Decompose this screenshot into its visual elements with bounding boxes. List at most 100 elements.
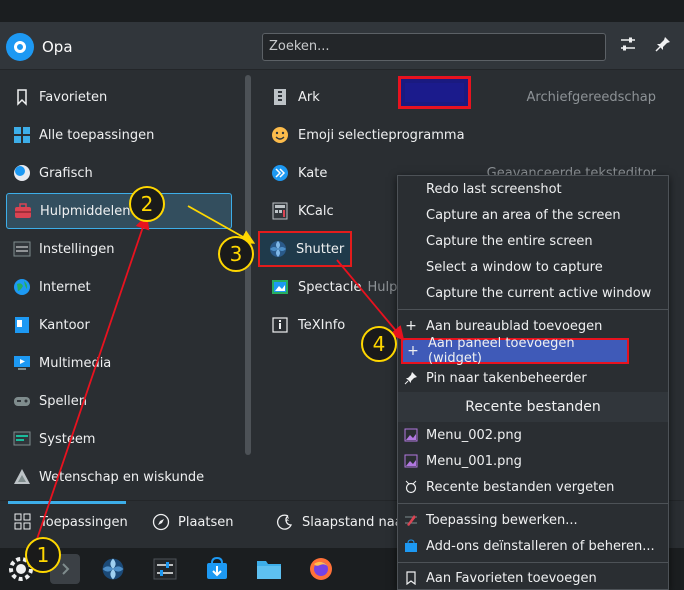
menu-item-forget-recent[interactable]: Recente bestanden vergeten — [398, 474, 668, 500]
calculator-icon — [272, 202, 288, 220]
addons-icon — [404, 539, 418, 553]
compass-icon — [152, 513, 170, 531]
menu-item-add-favorites[interactable]: Aan Favorieten toevoegen — [398, 565, 668, 590]
menu-item-manage-addons[interactable]: Add-ons deïnstalleren of beheren... — [398, 533, 668, 559]
menu-item-recent-file[interactable]: Menu_001.png — [398, 448, 668, 474]
tab-label: Toepassingen — [40, 514, 128, 530]
sleep-icon: z — [276, 514, 293, 530]
bookmark-icon — [17, 89, 27, 106]
app-label: Spectacle — [298, 279, 362, 295]
firefox-icon[interactable] — [306, 554, 336, 584]
category-label: Grafisch — [39, 165, 93, 181]
category-internet[interactable]: Internet — [6, 269, 232, 305]
menu-item-redo-screenshot[interactable]: Redo last screenshot — [398, 176, 668, 202]
image-file-icon — [404, 428, 418, 442]
category-label: Hulpmiddelen — [40, 203, 131, 219]
menu-item-capture-screen[interactable]: Capture the entire screen — [398, 228, 668, 254]
toolbox-icon — [15, 203, 31, 218]
app-label: Emoji selectieprogramma — [298, 127, 465, 143]
office-icon — [15, 317, 29, 333]
tab-label: Slaapstand naar — [302, 514, 409, 530]
category-graphics[interactable]: Grafisch — [6, 155, 232, 191]
category-system[interactable]: Systeem — [6, 421, 232, 457]
settings-icon — [13, 241, 31, 257]
app-shutter[interactable]: Shutter — [258, 231, 352, 267]
category-utilities[interactable]: Hulpmiddelen — [6, 193, 232, 229]
app-label: Shutter — [296, 241, 345, 257]
app-emoji-picker[interactable]: Emoji selectieprogramma — [262, 117, 672, 153]
callout-number-3: 3 — [218, 236, 254, 272]
info-icon — [272, 317, 288, 333]
callout-number-1: 1 — [25, 537, 61, 573]
image-file-icon — [404, 454, 418, 468]
pin-icon — [404, 371, 418, 385]
active-tab-indicator — [8, 501, 126, 504]
configure-icon[interactable] — [617, 35, 639, 57]
category-science[interactable]: Wetenschap en wiskunde — [6, 459, 232, 495]
menu-item-add-to-panel[interactable]: + Aan paneel toevoegen (widget) — [401, 336, 629, 366]
recent-files-header: Recente bestanden — [398, 392, 668, 422]
pin-icon[interactable] — [652, 35, 674, 57]
category-multimedia[interactable]: Multimedia — [6, 345, 232, 381]
app-label: Ark — [298, 89, 320, 105]
user-avatar-icon[interactable] — [6, 33, 34, 61]
category-games[interactable]: Spellen — [6, 383, 232, 419]
category-label: Kantoor — [39, 317, 90, 333]
context-menu: Redo last screenshot Capture an area of … — [397, 175, 669, 590]
callout-number-2: 2 — [129, 186, 165, 222]
category-settings[interactable]: Instellingen — [6, 231, 232, 267]
grid-icon — [14, 513, 31, 530]
spectacle-icon — [272, 280, 288, 294]
tab-places[interactable]: Plaatsen — [152, 513, 234, 531]
menu-separator — [398, 503, 668, 504]
category-label: Spellen — [39, 393, 87, 409]
grid-icon — [14, 127, 30, 143]
app-label: Kate — [298, 165, 328, 181]
file-manager-icon[interactable] — [254, 554, 284, 584]
shutter-taskbar-icon[interactable] — [98, 554, 128, 584]
menu-item-pin-taskmanager[interactable]: Pin naar takenbeheerder — [398, 365, 668, 391]
category-favorites[interactable]: Favorieten — [6, 79, 232, 115]
launcher-header: Opa Zoeken... — [0, 22, 684, 70]
menu-separator — [398, 309, 668, 310]
svg-text:z: z — [286, 516, 289, 523]
tab-applications[interactable]: Toepassingen — [14, 513, 128, 531]
kate-icon — [272, 165, 288, 181]
user-name: Opa — [42, 38, 73, 56]
discover-store-icon[interactable] — [202, 554, 232, 584]
category-label: Internet — [39, 279, 91, 295]
category-label: Multimedia — [39, 355, 112, 371]
sleep-button[interactable]: z Slaapstand naar — [276, 513, 408, 531]
callout-number-4: 4 — [361, 326, 397, 362]
app-label: KCalc — [298, 203, 334, 219]
plus-icon: + — [407, 343, 419, 359]
app-label: TeXInfo — [298, 317, 346, 333]
emoji-icon — [272, 127, 288, 143]
system-settings-taskbar-icon[interactable] — [150, 554, 180, 584]
tab-label: Plaatsen — [178, 514, 234, 530]
edit-app-icon — [404, 513, 418, 527]
category-label: Wetenschap en wiskunde — [39, 469, 205, 485]
category-label: Systeem — [39, 431, 96, 447]
menu-item-capture-active-window[interactable]: Capture the current active window — [398, 280, 668, 306]
category-scrollbar[interactable] — [242, 71, 254, 499]
bookmark-add-icon — [404, 571, 418, 586]
category-office[interactable]: Kantoor — [6, 307, 232, 343]
forget-icon — [404, 480, 418, 494]
globe-icon — [14, 279, 30, 295]
category-label: Favorieten — [39, 89, 108, 105]
menu-item-edit-app[interactable]: Toepassing bewerken... — [398, 507, 668, 533]
search-input[interactable]: Zoeken... — [262, 33, 606, 61]
category-label: Instellingen — [39, 241, 115, 257]
menu-item-recent-file[interactable]: Menu_002.png — [398, 422, 668, 448]
system-icon — [13, 431, 31, 446]
annotation-box-top — [398, 76, 471, 109]
menu-item-capture-area[interactable]: Capture an area of the screen — [398, 202, 668, 228]
graphics-icon — [14, 165, 30, 181]
menu-item-select-window[interactable]: Select a window to capture — [398, 254, 668, 280]
category-label: Alle toepassingen — [39, 127, 155, 143]
science-icon — [14, 469, 30, 484]
category-all-apps[interactable]: Alle toepassingen — [6, 117, 232, 153]
gamepad-icon — [14, 397, 30, 406]
menu-separator — [398, 562, 668, 563]
